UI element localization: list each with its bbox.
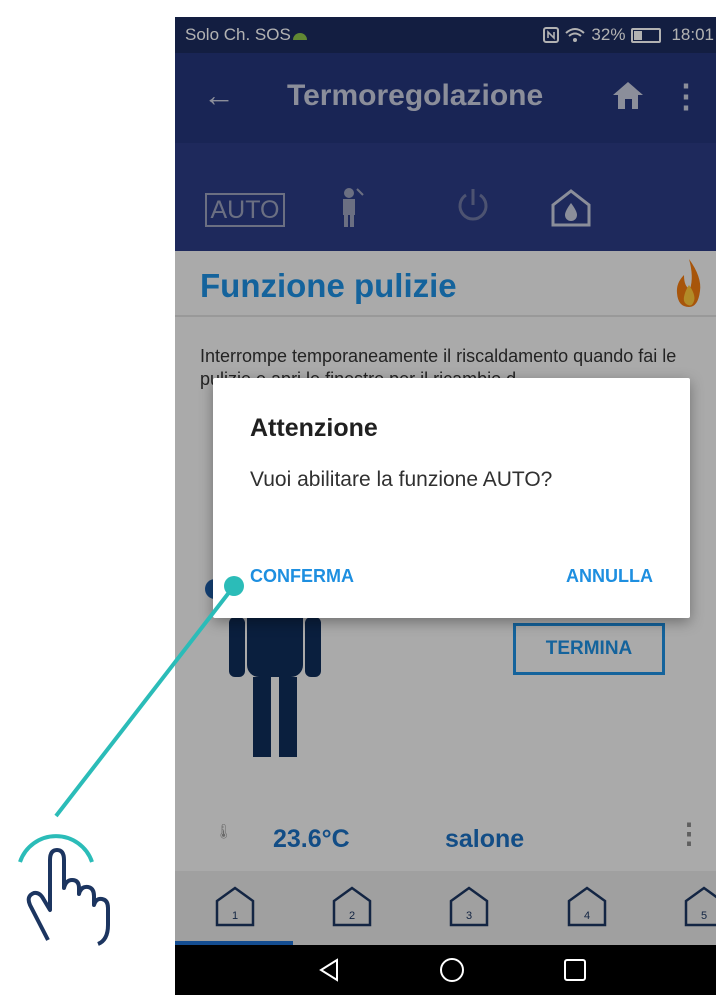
cancel-button[interactable]: ANNULLA bbox=[566, 566, 653, 587]
dialog-title: Attenzione bbox=[250, 414, 378, 442]
back-nav-icon[interactable] bbox=[317, 957, 341, 983]
confirm-button[interactable]: CONFERMA bbox=[250, 566, 354, 587]
hand-tap-icon bbox=[18, 834, 110, 946]
confirm-dialog: Attenzione Vuoi abilitare la funzione AU… bbox=[213, 378, 690, 618]
home-nav-icon[interactable] bbox=[439, 957, 465, 983]
dialog-message: Vuoi abilitare la funzione AUTO? bbox=[250, 468, 553, 491]
recents-nav-icon[interactable] bbox=[563, 957, 587, 983]
system-nav-bar bbox=[175, 945, 716, 995]
